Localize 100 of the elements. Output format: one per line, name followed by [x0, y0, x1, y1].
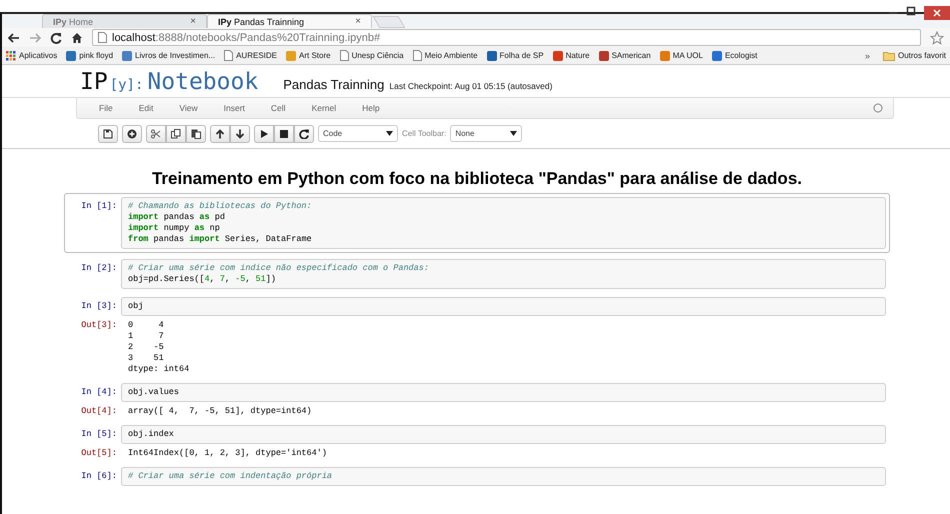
toolbar-button[interactable] [274, 124, 294, 142]
overflow-chevron[interactable]: » [864, 50, 870, 60]
toolbar-button[interactable] [210, 124, 230, 142]
browser-tab[interactable]: IPy Pandas Trainning × [207, 14, 372, 28]
bookmark[interactable]: MA UOL [660, 50, 703, 60]
menu-item[interactable]: Edit [138, 103, 154, 113]
bookmark[interactable]: SAmerican [598, 50, 651, 60]
bookmark-label: Unesp Ciência [352, 51, 404, 60]
bookmark-label: AURESIDE [236, 51, 277, 60]
notebook-logo[interactable]: IP[y]: Notebook [80, 65, 258, 102]
url-text: localhost:8888/notebooks/Pandas%20Trainning.ipynb# [112, 32, 380, 44]
notebook-cell[interactable]: In [3]: obj Out[3]: 0 4 1 7 2 -5 3 51 dtype: int64 [64, 294, 890, 378]
caret-icon [386, 131, 393, 136]
notebook-cell[interactable]: In [5]: obj.index Out[5]: Int64Index([0, 1, 2, 3], dtype='int64') [64, 422, 890, 462]
code-line: # Criar uma série com indentação própria [128, 471, 334, 482]
favicon-icon [122, 50, 132, 60]
code-input[interactable]: obj.values [121, 383, 886, 402]
favicon-icon [552, 50, 563, 60]
page-icon [412, 50, 422, 61]
bookmark[interactable]: Folha de SP [486, 50, 544, 60]
apps-grid-icon [6, 50, 16, 60]
dropdown[interactable]: None [450, 125, 522, 142]
toolbar-button[interactable] [98, 124, 118, 142]
toolbar-button[interactable] [122, 124, 142, 142]
star-icon[interactable] [930, 30, 944, 44]
browser-tab[interactable]: IPy Home × [42, 14, 207, 28]
maximize-icon[interactable] [906, 6, 916, 16]
bookmark[interactable]: Art Store [286, 50, 331, 60]
close-icon[interactable]: × [190, 16, 196, 27]
toolbar-button[interactable] [294, 124, 314, 142]
code-line: from pandas import Series, DataFrame [128, 234, 313, 245]
stop-icon [279, 128, 289, 138]
bookmark-label: Livros de Investimen... [135, 51, 216, 60]
notebook-cell[interactable]: In [2]: # Criar uma série com indice não especificado com o Pandas: obj=pd.Series([4, 7, -5, 51]) [64, 256, 890, 292]
code-input[interactable]: # Criar uma série com indentação própria [121, 467, 886, 486]
code-input[interactable]: obj.index [121, 425, 886, 444]
close-icon[interactable]: × [355, 16, 361, 27]
code-input[interactable]: # Chamando as bibliotecas do Python: import pandas as pd import numpy as np from pandas import Series, DataFrame [121, 197, 886, 249]
bookmark[interactable]: Livros de Investimen... [122, 50, 216, 60]
tab-title: IPy Pandas Trainning [218, 16, 304, 26]
bookmark-label: Meio Ambiente [424, 51, 478, 60]
bookmark[interactable]: Aplicativos [6, 50, 58, 60]
dropdown[interactable]: Code [318, 125, 398, 142]
reload-icon[interactable] [50, 32, 62, 44]
favicon-icon [286, 50, 296, 60]
bookmark[interactable]: Ecologist [712, 50, 758, 60]
bookmark[interactable]: pink floyd [66, 50, 114, 60]
menu-item[interactable]: View [179, 103, 198, 113]
checkpoint-status: Last Checkpoint: Aug 01 05:15 (autosaved) [389, 81, 552, 91]
toolbar-button[interactable] [186, 124, 206, 142]
kernel-status-icon [873, 103, 883, 113]
code-line: obj=pd.Series([4, 7, -5, 51]) [128, 274, 277, 285]
input-prompt: In [4]: [80, 386, 118, 398]
output-line: Int64Index([0, 1, 2, 3], dtype='int64') [128, 448, 327, 459]
output-line: 2 -5 [128, 342, 165, 353]
bookmark-label: Ecologist [724, 51, 758, 60]
cell-toolbar-label: Cell Toolbar: [402, 129, 446, 138]
close-button[interactable] [924, 6, 950, 20]
input-prompt: In [1]: [80, 200, 118, 212]
page-icon [224, 50, 234, 61]
menu-item[interactable]: Insert [224, 103, 245, 113]
menu-item[interactable]: Kernel [312, 103, 336, 113]
output-prompt: Out[5]: [80, 448, 118, 459]
toolbar-button[interactable] [230, 124, 250, 142]
toolbar-button[interactable] [254, 124, 274, 142]
back-arrow-icon[interactable] [8, 32, 20, 42]
menu-item[interactable]: Help [362, 103, 380, 113]
favicon-icon [660, 50, 670, 60]
tab-title: IPy Home [53, 16, 94, 26]
play-icon [259, 128, 269, 138]
address-bar[interactable]: localhost:8888/notebooks/Pandas%20Trainning.ipynb# [92, 29, 921, 46]
home-icon[interactable] [71, 32, 83, 44]
code-input[interactable]: obj [121, 297, 886, 316]
favicon-icon [712, 50, 722, 60]
notebook-cell[interactable]: In [4]: obj.values Out[4]: array([ 4, 7, -5, 51], dtype=int64) [64, 380, 890, 420]
notebook-title[interactable]: Pandas Trainning [283, 77, 384, 92]
save-icon [103, 128, 113, 138]
menu-item[interactable]: Cell [270, 103, 286, 113]
notebook-cell[interactable]: In [6]: # Criar uma série com indentação própria [64, 464, 890, 489]
bookmark[interactable]: Meio Ambiente [412, 50, 478, 61]
menu-item[interactable]: File [99, 103, 113, 113]
bookmark[interactable]: Nature [552, 50, 590, 60]
code-line: import pandas as pd [128, 212, 226, 223]
favicon-icon [66, 50, 76, 60]
bookmark[interactable]: Unesp Ciência [340, 50, 404, 61]
notebook-heading: Treinamento em Python com foco na biblioteca "Pandas" para análise de dados. [150, 169, 803, 189]
bookmark[interactable]: AURESIDE [224, 50, 277, 61]
bookmark-label: MA UOL [672, 51, 703, 60]
page-icon [98, 32, 107, 43]
input-prompt: In [6]: [80, 470, 118, 482]
bookmark-folder[interactable]: Outros favorit [882, 50, 946, 60]
output-line: 3 51 [128, 353, 165, 364]
input-prompt: In [3]: [80, 300, 118, 312]
output-line: 0 4 [128, 320, 165, 331]
code-line: obj.index [128, 429, 175, 440]
output-line: array([ 4, 7, -5, 51], dtype=int64) [128, 406, 312, 417]
toolbar-button[interactable] [166, 124, 186, 142]
scissors-icon [151, 128, 161, 138]
code-input[interactable]: # Criar uma série com indice não especificado com o Pandas: obj=pd.Series([4, 7, -5, 51]) [121, 259, 886, 289]
bookmark-label: Nature [566, 51, 590, 60]
